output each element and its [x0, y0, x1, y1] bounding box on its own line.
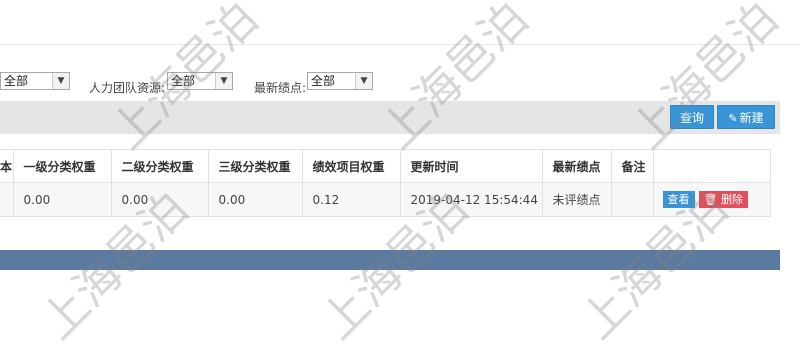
column-header[interactable]: 三级分类权重	[208, 149, 303, 183]
chevron-down-icon: ▼	[215, 73, 232, 89]
table-header-row: 本 一级分类权重 二级分类权重 三级分类权重 绩效项目权重 更新时间 最新绩点 …	[0, 149, 771, 183]
column-header[interactable]: 一级分类权重	[13, 149, 112, 183]
top-band	[0, 0, 800, 45]
filter-select-1[interactable]: 全部 ▼	[0, 72, 70, 90]
data-table: 本 一级分类权重 二级分类权重 三级分类权重 绩效项目权重 更新时间 最新绩点 …	[0, 149, 771, 217]
column-header[interactable]: 备注	[611, 149, 654, 183]
delete-button-label: 删除	[720, 193, 743, 206]
filter-select-1-value: 全部	[4, 74, 29, 88]
table-cell: 0.00	[13, 182, 112, 217]
delete-button[interactable]: 🗑 删除	[698, 191, 748, 208]
filter-select-latest-point[interactable]: 全部 ▼	[307, 72, 373, 90]
new-button-label: 新建	[739, 111, 764, 125]
column-header[interactable]: 最新绩点	[542, 149, 612, 183]
table-cell	[611, 182, 654, 217]
table-cell: 0.00	[111, 182, 209, 217]
view-button[interactable]: 查看	[662, 191, 695, 208]
table-row[interactable]: 0.00 0.00 0.00 0.12 2019-04-12 15:54:44 …	[0, 182, 771, 217]
bottom-bar	[0, 250, 780, 270]
top-divider	[0, 44, 800, 45]
filter-bar: 全部 ▼ 人力团队资源: 全部 ▼ 最新绩点: 全部 ▼	[0, 70, 800, 95]
table-cell: 0.00	[208, 182, 303, 217]
query-button[interactable]: 查询	[670, 105, 714, 129]
pencil-icon: ✎	[728, 112, 738, 125]
new-button[interactable]: ✎ 新建	[717, 105, 775, 129]
table-cell: 未评绩点	[542, 182, 612, 217]
column-header[interactable]: 绩效项目权重	[302, 149, 401, 183]
chevron-down-icon: ▼	[52, 73, 69, 89]
column-header	[653, 149, 771, 183]
query-button-label: 查询	[679, 111, 704, 125]
chevron-down-icon: ▼	[355, 73, 372, 89]
filter-select-team-resource-value: 全部	[171, 74, 196, 88]
filter-select-team-resource[interactable]: 全部 ▼	[167, 72, 233, 90]
toolbar: 查询 ✎ 新建	[0, 101, 780, 134]
column-header[interactable]: 二级分类权重	[111, 149, 209, 183]
table-cell: 2019-04-12 15:54:44	[400, 182, 543, 217]
filter-label-latest-point: 最新绩点:	[254, 81, 307, 95]
table-cell-actions: 查看 🗑 删除	[653, 182, 771, 217]
filter-label-team-resource: 人力团队资源:	[89, 81, 166, 95]
filter-select-latest-point-value: 全部	[311, 74, 336, 88]
column-header[interactable]: 更新时间	[400, 149, 543, 183]
column-header[interactable]: 本	[0, 149, 14, 183]
table-cell	[0, 182, 14, 217]
trash-icon: 🗑	[703, 193, 718, 206]
table-cell: 0.12	[302, 182, 401, 217]
